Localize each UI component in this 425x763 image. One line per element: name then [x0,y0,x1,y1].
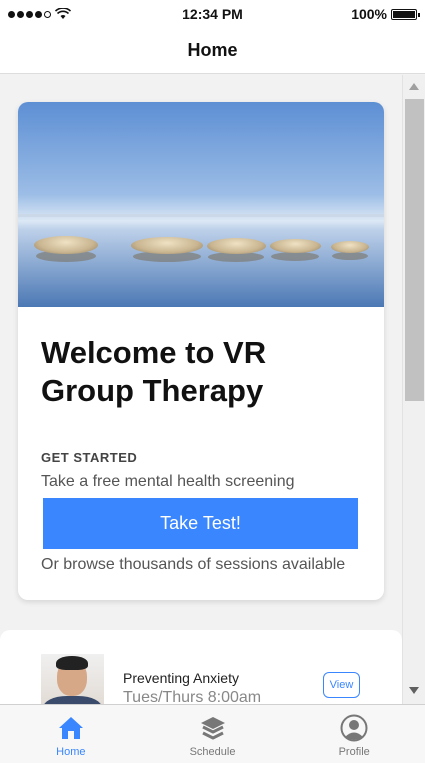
tab-home[interactable]: Home [0,705,142,763]
nav-bar: Home [0,28,425,74]
tab-label-home: Home [56,746,86,758]
browse-sessions-text: Or browse thousands of sessions availabl… [41,556,346,573]
scroll-down-arrow-icon[interactable] [409,687,419,694]
scroll-thumb[interactable] [405,99,424,401]
battery-percent: 100% [351,6,387,22]
scroll-up-arrow-icon[interactable] [409,83,419,90]
get-started-label: GET STARTED [41,450,138,465]
home-icon [56,713,86,743]
welcome-title: Welcome to VR Group Therapy [41,335,267,408]
profile-icon [339,713,369,743]
take-test-button[interactable]: Take Test! [43,498,358,549]
page-title: Home [187,40,238,60]
tab-profile[interactable]: Profile [283,705,425,763]
tab-schedule[interactable]: Schedule [142,705,284,763]
status-bar: 12:34 PM 100% [0,0,425,28]
session-title: Preventing Anxiety [123,670,239,686]
therapist-photo [41,654,104,704]
tab-label-schedule: Schedule [189,746,236,758]
battery-icon [391,8,420,20]
session-card: Preventing Anxiety Tues/Thurs 8:00am Vie… [0,630,402,704]
tab-bar: Home Schedule Profile [0,704,425,763]
session-time: Tues/Thurs 8:00am [123,689,262,704]
layers-icon [198,713,228,743]
status-right: 100% [351,6,420,22]
wifi-icon [55,8,71,19]
content-scroll-area[interactable]: Welcome to VR Group Therapy GET STARTED … [0,75,425,704]
hero-image [18,102,384,307]
signal-strength-icon [8,10,51,18]
vertical-scrollbar[interactable] [402,75,425,704]
tab-label-profile: Profile [338,746,370,758]
screening-description: Take a free mental health screening [41,473,295,490]
status-left [8,8,71,20]
view-session-button[interactable]: View [323,672,360,698]
welcome-card: Welcome to VR Group Therapy GET STARTED … [18,102,384,600]
